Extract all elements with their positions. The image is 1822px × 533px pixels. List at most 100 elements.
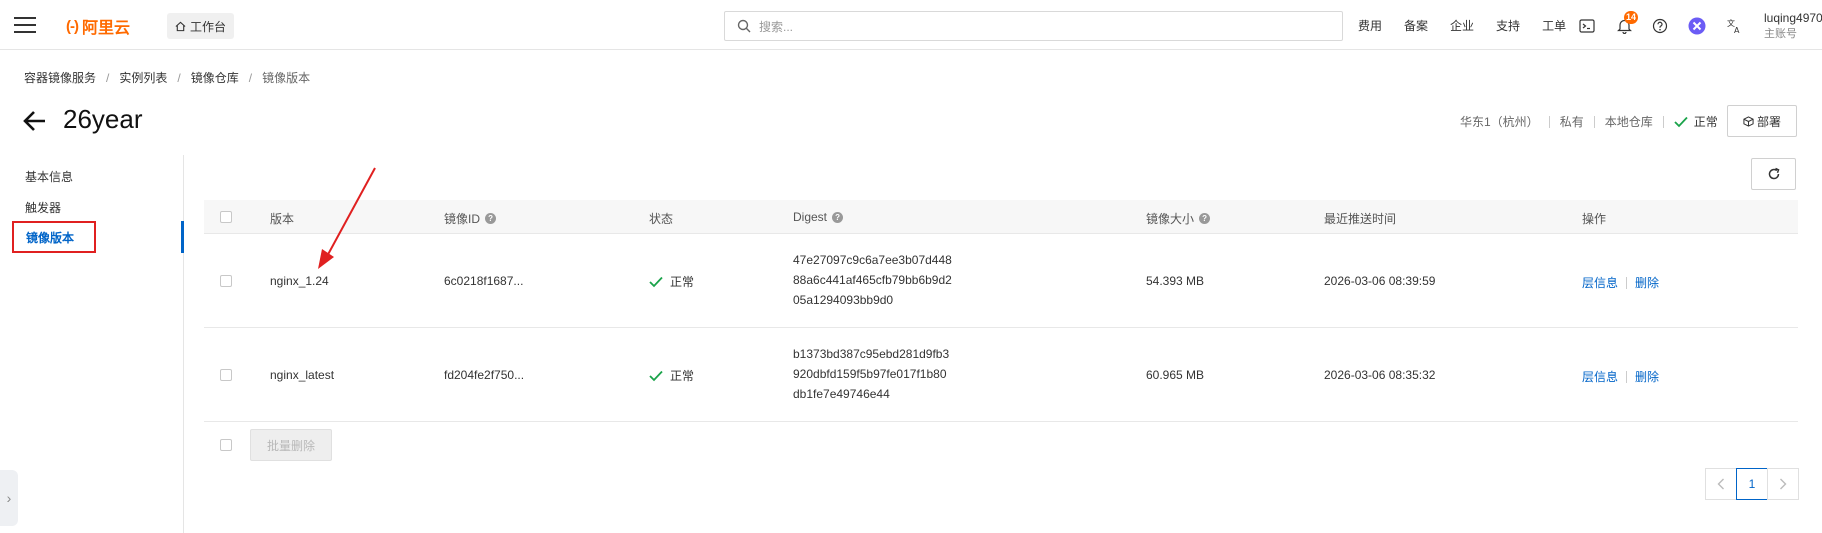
delete-link[interactable]: 删除 (1635, 368, 1659, 385)
col-image-id: 镜像ID? (444, 210, 497, 227)
layer-info-link[interactable]: 层信息 (1582, 274, 1618, 291)
breadcrumb-separator: / (106, 70, 110, 85)
row-actions: 层信息 删除 (1582, 368, 1659, 385)
bulk-delete-button[interactable]: 批量删除 (250, 429, 332, 461)
breadcrumb: 容器镜像服务 / 实例列表 / 镜像仓库 / 镜像版本 (24, 69, 310, 86)
workbench-button[interactable]: 工作台 (167, 13, 235, 39)
user-name: luqing4970 (1764, 11, 1822, 25)
image-id: fd204fe2f750... (444, 368, 525, 382)
col-pushed: 最近推送时间 (1324, 210, 1396, 227)
breadcrumb-separator: / (248, 70, 253, 85)
bulk-select-checkbox[interactable] (220, 439, 232, 451)
language-icon[interactable]: 文A (1726, 17, 1744, 35)
link-support[interactable]: 支持 (1496, 17, 1520, 34)
aliyun-logo[interactable]: (-) 阿里云 (66, 14, 130, 38)
help-icon[interactable]: ? (1199, 213, 1211, 224)
select-all-checkbox[interactable] (220, 211, 232, 223)
col-version-label: 版本 (270, 212, 295, 226)
digest-line: 47e27097c9c6a7ee3b07d448 (793, 253, 952, 267)
notification-badge: 14 (1624, 11, 1639, 24)
link-enterprise[interactable]: 企业 (1450, 17, 1474, 34)
col-digest: Digest? (793, 210, 844, 224)
logo-text: 阿里云 (82, 20, 131, 37)
refresh-button[interactable] (1751, 158, 1796, 190)
breadcrumb-current: 镜像版本 (262, 71, 311, 85)
pushed-time: 2026-03-06 08:35:32 (1324, 368, 1436, 382)
col-digest-label: Digest (793, 210, 828, 224)
digest-line: b1373bd387c95ebd281d9fb3 (793, 347, 950, 361)
sidebar-collapse-handle[interactable]: › (0, 470, 18, 526)
digest: 47e27097c9c6a7ee3b07d448 88a6c441af465cf… (793, 250, 952, 310)
image-size: 54.393 MB (1146, 274, 1205, 288)
version-status-text: 正常 (670, 369, 695, 383)
page-title: 26year (63, 104, 143, 134)
digest-line: 920dbfd159f5b97fe017f1b80 (793, 367, 947, 381)
version-name: nginx_latest (270, 368, 335, 382)
next-page-button[interactable] (1767, 468, 1799, 500)
digest-line: db1fe7e49746e44 (793, 387, 890, 401)
image-id: 6c0218f1687... (444, 274, 524, 288)
repo-visibility: 私有 (1559, 115, 1584, 129)
cube-icon (1743, 115, 1754, 127)
repo-status-text: 正常 (1693, 115, 1718, 129)
deploy-label: 部署 (1756, 114, 1781, 129)
table-row: nginx_1.24 6c0218f1687... 正常 47e27097c9c… (204, 234, 1798, 328)
terminal-icon[interactable] (1578, 17, 1596, 35)
version-status: 正常 (649, 367, 694, 384)
breadcrumb-repos[interactable]: 镜像仓库 (191, 69, 239, 86)
top-links: 费用 备案 企业 支持 工单 (1358, 0, 1588, 50)
home-icon (175, 21, 186, 31)
divider (1662, 115, 1664, 128)
refresh-icon (1768, 167, 1779, 180)
user-account[interactable]: luqing4970 主账号 (1764, 10, 1822, 42)
digest: b1373bd387c95ebd281d9fb3 920dbfd159f5b97… (793, 344, 949, 404)
user-sub: 主账号 (1764, 28, 1797, 40)
table-header: 版本 镜像ID? 状态 Digest? 镜像大小? 最近推送时间 操作 (204, 200, 1798, 234)
sidenav-active-indicator (181, 221, 184, 253)
search-input[interactable]: 搜索... (724, 11, 1343, 41)
link-icp[interactable]: 备案 (1404, 17, 1428, 34)
divider (1626, 276, 1628, 289)
col-status: 状态 (649, 210, 673, 227)
row-checkbox[interactable] (220, 275, 232, 287)
repo-meta: 华东1（杭州） 私有 本地仓库 正常 (1460, 113, 1718, 130)
sidenav-item-versions[interactable]: 镜像版本 (12, 221, 96, 253)
sidenav-item-triggers[interactable]: 触发器 (25, 199, 61, 216)
table-row: nginx_latest fd204fe2f750... 正常 b1373bd3… (204, 328, 1798, 422)
version-status: 正常 (649, 273, 694, 290)
chevron-left-icon (1717, 478, 1724, 490)
digest-line: 05a1294093bb9d0 (793, 293, 894, 307)
layer-info-link[interactable]: 层信息 (1582, 368, 1618, 385)
breadcrumb-instances[interactable]: 实例列表 (119, 69, 167, 86)
version-name: nginx_1.24 (270, 274, 329, 288)
link-billing[interactable]: 费用 (1358, 17, 1382, 34)
deploy-button[interactable]: 部署 (1727, 105, 1797, 137)
repo-status: 正常 (1674, 113, 1718, 130)
svg-text:A: A (1734, 26, 1740, 34)
breadcrumb-separator: / (177, 70, 181, 85)
page-number-button[interactable]: 1 (1736, 468, 1768, 500)
workbench-label: 工作台 (190, 19, 227, 34)
help-icon[interactable]: ? (485, 213, 497, 224)
row-checkbox[interactable] (220, 369, 232, 381)
sidenav-item-basic-info[interactable]: 基本信息 (25, 168, 73, 185)
help-icon[interactable]: ? (832, 211, 844, 223)
pushed-time: 2026-03-06 08:39:59 (1324, 274, 1436, 288)
col-version: 版本 (270, 210, 294, 227)
digest-line: 88a6c441af465cfb79bb6b9d2 (793, 273, 952, 287)
prev-page-button[interactable] (1705, 468, 1737, 500)
col-size-label: 镜像大小 (1146, 212, 1195, 226)
menu-icon[interactable] (14, 17, 36, 33)
col-actions-label: 操作 (1582, 212, 1607, 226)
delete-link[interactable]: 删除 (1635, 274, 1659, 291)
ai-assistant-icon[interactable] (1688, 17, 1706, 35)
version-status-text: 正常 (670, 275, 695, 289)
back-arrow-icon[interactable] (22, 108, 48, 134)
breadcrumb-cr-service[interactable]: 容器镜像服务 (24, 69, 96, 86)
help-icon[interactable] (1651, 17, 1669, 35)
chevron-right-icon (1780, 478, 1787, 490)
col-status-label: 状态 (649, 212, 674, 226)
divider (1593, 115, 1595, 128)
link-ticket[interactable]: 工单 (1542, 17, 1566, 34)
col-pushed-label: 最近推送时间 (1324, 212, 1397, 226)
